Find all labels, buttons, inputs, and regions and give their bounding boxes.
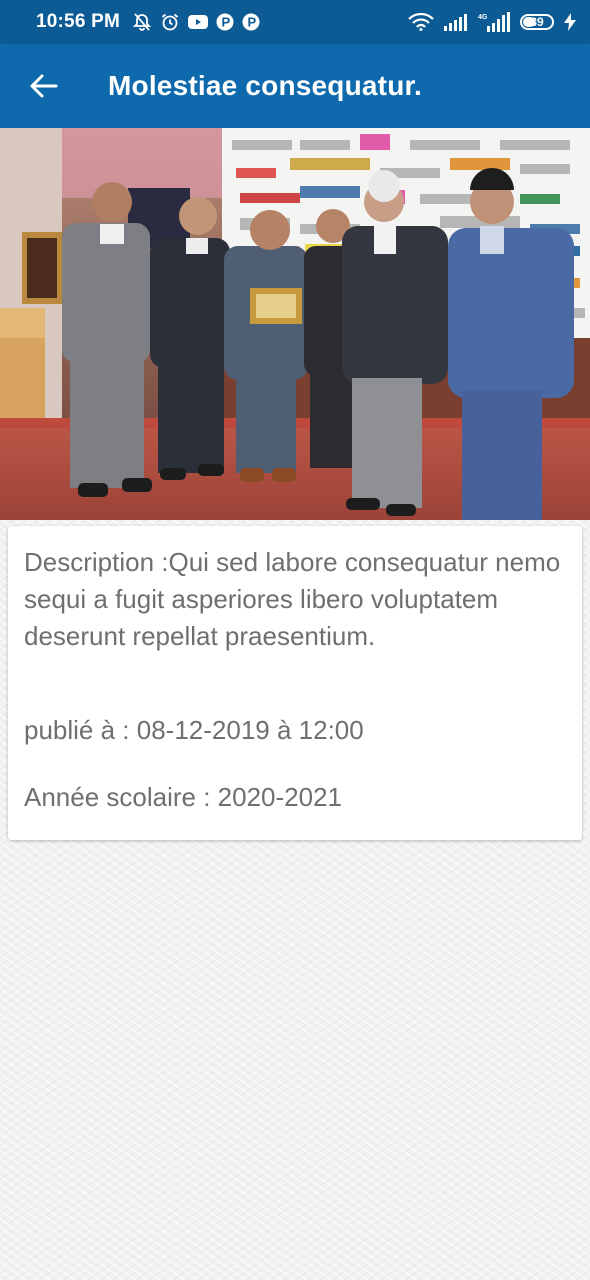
battery-icon: 39: [520, 14, 554, 30]
notification-icons: P P: [132, 12, 260, 32]
published-date: publié à : 08-12-2019 à 12:00: [24, 715, 364, 745]
system-icons: 4G 39: [408, 12, 576, 32]
arrow-back-icon: [30, 74, 58, 98]
alarm-icon: [160, 12, 180, 32]
svg-text:P: P: [221, 15, 230, 30]
app-bar: Molestiae consequatur.: [0, 44, 590, 128]
youtube-icon: [187, 14, 208, 30]
4g-signal-icon: 4G: [478, 12, 510, 32]
signal-icon: [444, 13, 468, 31]
status-time: 10:56 PM: [36, 11, 120, 32]
page-title: Molestiae consequatur.: [108, 70, 423, 101]
svg-text:4G: 4G: [478, 14, 488, 21]
battery-level: 39: [530, 15, 544, 29]
status-bar: 10:56 PM P P 4G 39: [0, 0, 590, 44]
details-card: Description :Qui sed labore consequatur …: [8, 526, 582, 840]
description-text: Description :Qui sed labore consequatur …: [24, 547, 561, 651]
event-photo-illustration: [0, 128, 590, 520]
wifi-icon: [408, 13, 434, 31]
mute-bell-icon: [132, 12, 152, 32]
back-button[interactable]: [22, 64, 66, 108]
svg-text:P: P: [247, 15, 256, 30]
event-photo[interactable]: [0, 128, 590, 520]
p-app-icon: P: [216, 13, 234, 31]
school-year: Année scolaire : 2020-2021: [24, 782, 343, 812]
charging-bolt-icon: [564, 13, 576, 31]
p-app-icon: P: [242, 13, 260, 31]
